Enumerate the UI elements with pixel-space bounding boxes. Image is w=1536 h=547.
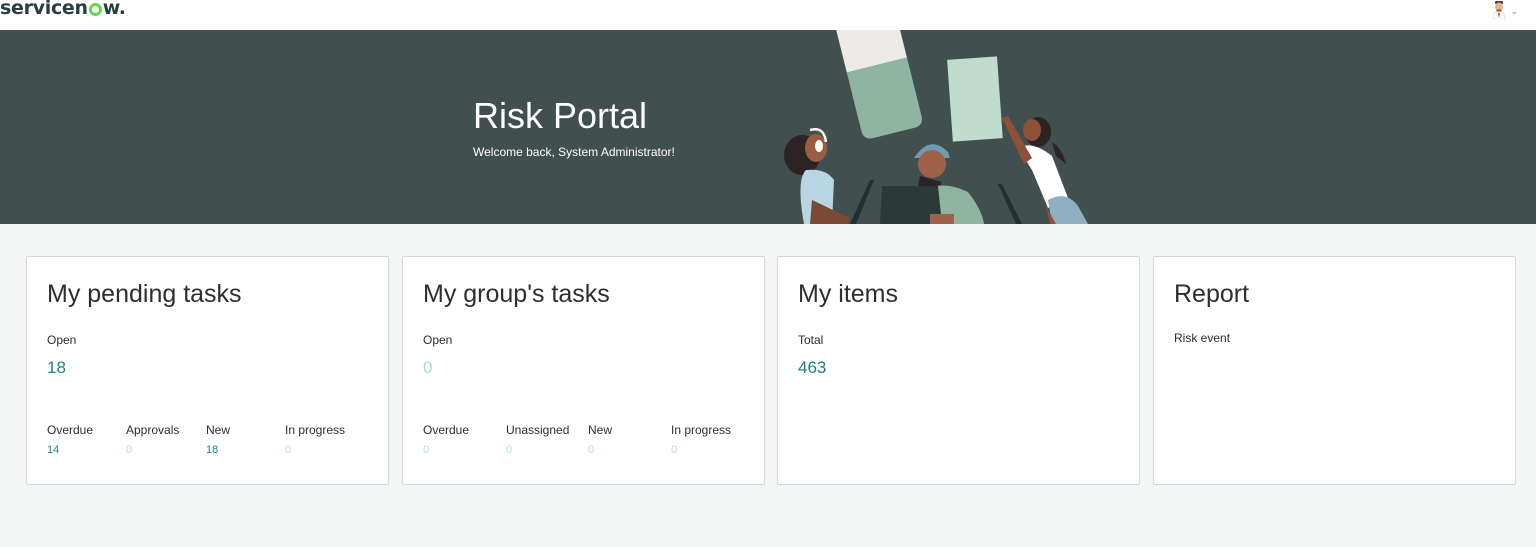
in-progress-count-link[interactable]: 0 (285, 443, 291, 457)
risk-event-report-link[interactable]: Risk event (1174, 330, 1230, 346)
logo-text-prefix: servicen (0, 0, 88, 19)
card-title: Report (1174, 280, 1250, 308)
servicenow-logo[interactable]: servicen w. (0, 0, 126, 22)
sub-metric-label: Overdue (423, 423, 470, 437)
sub-metric-overdue: Overdue 14 (47, 422, 93, 458)
card-title: My pending tasks (47, 280, 242, 308)
user-menu-button[interactable]: ⌄ (1492, 0, 1518, 20)
sub-metric-unassigned: Unassigned 0 (506, 422, 569, 458)
approvals-count-link[interactable]: 0 (126, 443, 132, 457)
card-my-items: My items Total 463 (777, 256, 1140, 485)
sub-metric-label: New (588, 423, 613, 437)
open-count-link[interactable]: 0 (423, 357, 432, 379)
card-report: Report Risk event (1153, 256, 1516, 485)
top-navigation-bar: servicen w. ⌄ (0, 0, 1536, 30)
hero-illustration-icon (784, 30, 1088, 224)
total-label: Total (798, 333, 824, 347)
open-label: Open (423, 333, 453, 347)
card-title: My group's tasks (423, 280, 610, 308)
overdue-count-link[interactable]: 0 (423, 443, 429, 457)
sub-metric-label: Approvals (126, 423, 180, 437)
sub-metric-label: In progress (285, 423, 346, 437)
sub-metric-in-progress: In progress 0 (285, 422, 345, 458)
overdue-count-link[interactable]: 14 (47, 443, 59, 457)
sub-metric-label: Overdue (47, 423, 94, 437)
sub-metric-label: In progress (671, 423, 732, 437)
sub-metric-approvals: Approvals 0 (126, 422, 179, 458)
chevron-down-icon: ⌄ (1510, 5, 1518, 16)
card-title: My items (798, 280, 898, 308)
card-my-pending-tasks: My pending tasks Open 18 Overdue 14 Appr… (26, 256, 389, 485)
user-avatar-icon (1493, 1, 1506, 19)
open-label: Open (47, 333, 77, 347)
page-title: Risk Portal (473, 95, 648, 136)
sub-metric-label: Unassigned (506, 423, 570, 437)
sub-metric-new: New 18 (206, 422, 230, 458)
logo-o-mark-icon (88, 3, 102, 16)
card-my-groups-tasks: My group's tasks Open 0 Overdue 0 Unassi… (402, 256, 765, 485)
sub-metric-in-progress: In progress 0 (671, 422, 731, 458)
new-count-link[interactable]: 18 (206, 443, 218, 457)
in-progress-count-link[interactable]: 0 (671, 443, 677, 457)
sub-metric-overdue: Overdue 0 (423, 422, 469, 458)
open-count-link[interactable]: 18 (47, 357, 66, 379)
sub-metric-label: New (206, 423, 231, 437)
total-count-link[interactable]: 463 (798, 357, 826, 379)
dashboard-cards: My pending tasks Open 18 Overdue 14 Appr… (26, 256, 1516, 485)
unassigned-count-link[interactable]: 0 (506, 443, 512, 457)
sub-metric-new: New 0 (588, 422, 612, 458)
hero-banner: Risk Portal Welcome back, System Adminis… (0, 30, 1536, 224)
logo-text-suffix: w. (102, 0, 126, 19)
welcome-message: Welcome back, System Administrator! (473, 145, 675, 159)
new-count-link[interactable]: 0 (588, 443, 594, 457)
